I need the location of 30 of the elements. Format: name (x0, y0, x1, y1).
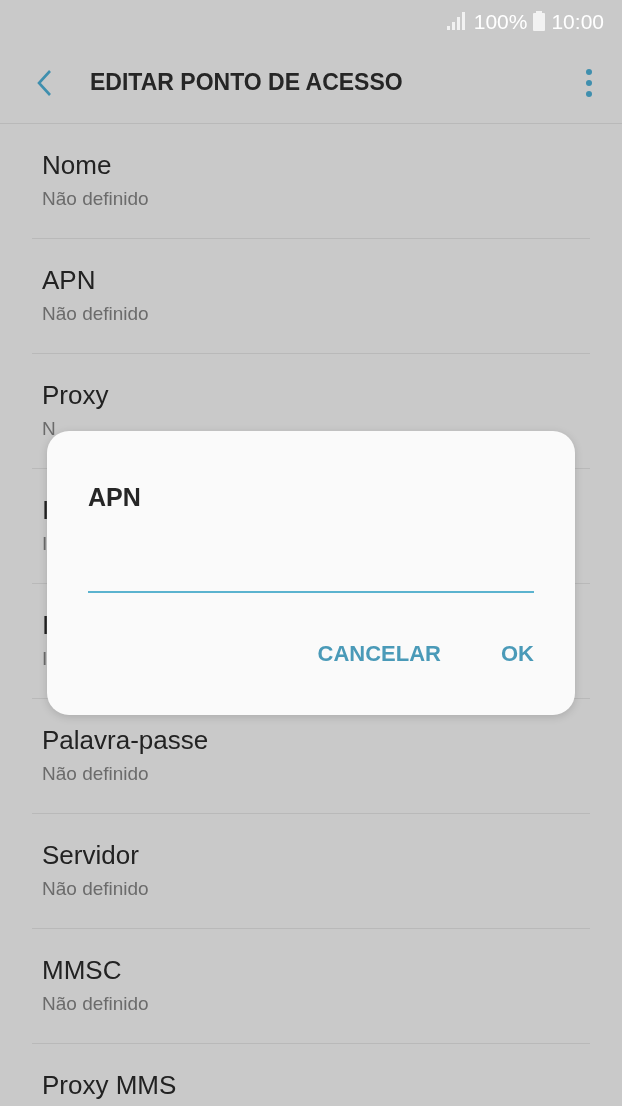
back-icon (36, 68, 52, 97)
setting-item[interactable]: APN Não definido (32, 239, 590, 353)
setting-title: Proxy (42, 379, 109, 412)
setting-title: I (42, 494, 50, 527)
setting-item[interactable]: Proxy MMS (32, 1044, 590, 1106)
more-options-button[interactable] (586, 68, 592, 97)
setting-title: Palavra-passe (42, 724, 209, 757)
back-button[interactable] (36, 68, 52, 97)
setting-title: Nome (42, 149, 112, 182)
setting-summary: Não definido (42, 762, 149, 786)
setting-title: MMSC (42, 954, 122, 987)
setting-item[interactable]: MMSC Não definido (32, 929, 590, 1043)
setting-summary: Não definido (42, 187, 149, 211)
setting-summary: Não definido (42, 877, 149, 901)
setting-summary: Não definido (42, 992, 149, 1016)
setting-title: APN (42, 264, 96, 297)
setting-item[interactable]: Nome Não definido (32, 124, 590, 238)
setting-title: I (42, 609, 50, 642)
setting-title: Proxy MMS (42, 1069, 177, 1102)
setting-summary: N (42, 417, 56, 441)
screen-title: EDITAR PONTO DE ACESSO (90, 69, 404, 96)
more-icon (586, 68, 592, 97)
setting-item[interactable]: Servidor Não definido (32, 814, 590, 928)
setting-summary: I (42, 647, 48, 671)
signal-icon (445, 12, 468, 30)
setting-title: Servidor (42, 839, 139, 872)
dialog-title: APN (88, 482, 142, 513)
setting-summary: Não definido (42, 302, 149, 326)
battery-icon (533, 11, 546, 31)
setting-summary: I (42, 532, 48, 556)
